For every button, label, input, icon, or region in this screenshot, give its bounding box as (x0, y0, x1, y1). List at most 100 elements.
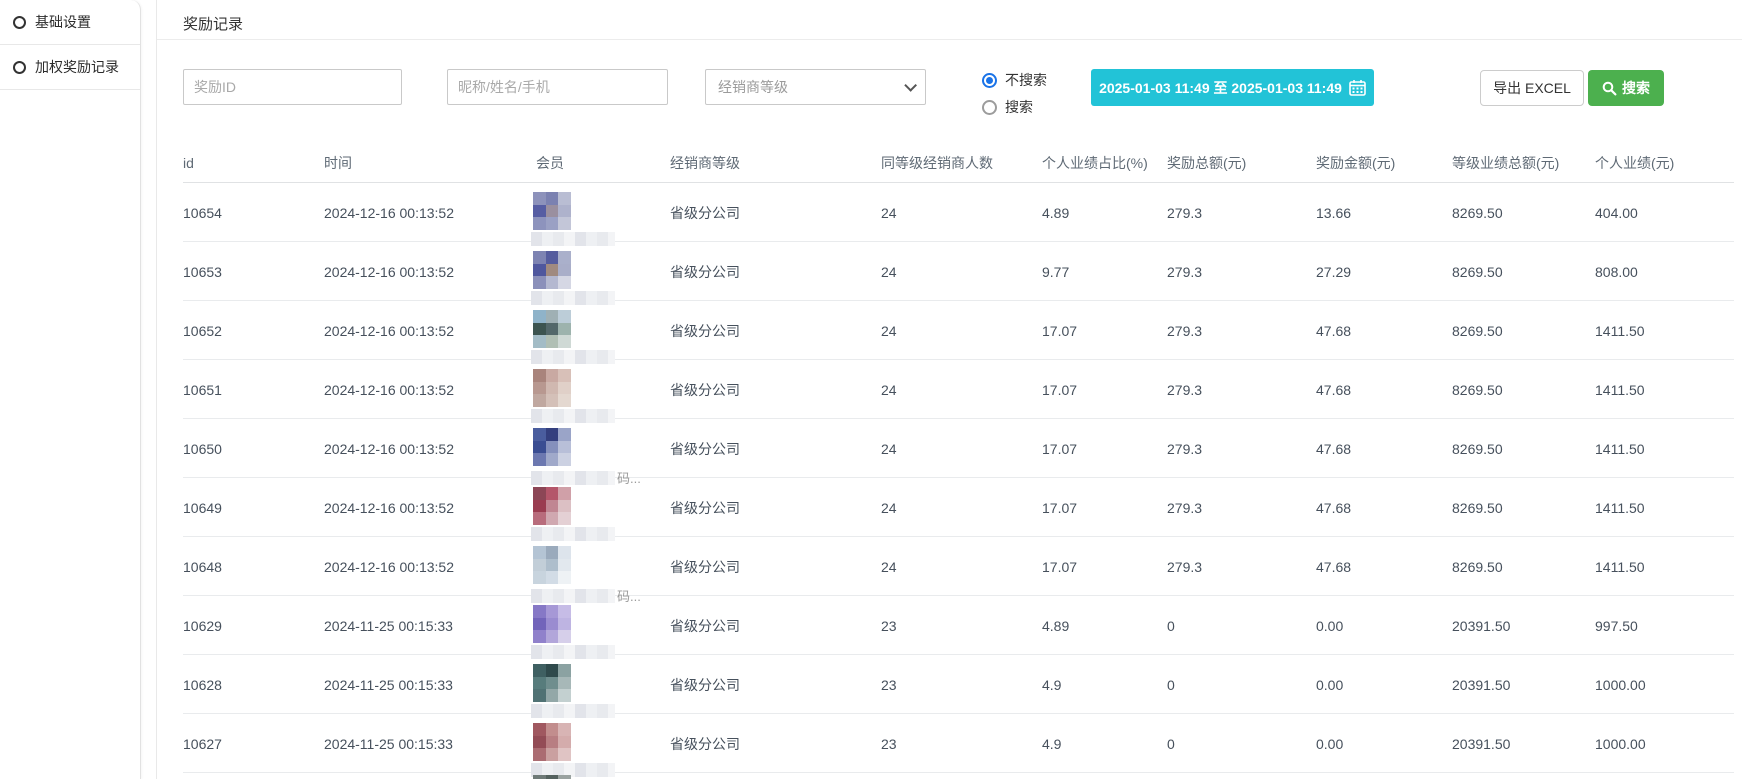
cell-id: 10652 (183, 323, 324, 339)
cell-time: 2024-11-25 00:15:33 (324, 677, 536, 693)
cell-dealer-level: 省级分公司 (670, 321, 881, 341)
search-button[interactable]: 搜索 (1588, 70, 1664, 106)
avatar (533, 369, 571, 407)
dealer-level-select[interactable]: 经销商等级 (705, 69, 926, 105)
cell-time: 2024-12-16 00:13:52 (324, 205, 536, 221)
col-header-level-total: 等级业绩总额(元) (1452, 153, 1595, 173)
cell-ratio: 17.07 (1042, 500, 1167, 516)
cell-level-total: 8269.50 (1452, 323, 1595, 339)
cell-peer-count: 24 (881, 323, 1042, 339)
cell-time: 2024-12-16 00:13:52 (324, 500, 536, 516)
cell-personal: 404.00 (1595, 205, 1734, 221)
cell-member (536, 242, 670, 301)
cell-reward-total: 279.3 (1167, 441, 1316, 457)
radio-no-search[interactable]: 不搜索 (982, 69, 1047, 91)
cell-peer-count: 24 (881, 382, 1042, 398)
col-header-reward-total: 奖励总额(元) (1167, 153, 1316, 173)
cell-ratio: 17.07 (1042, 441, 1167, 457)
cell-level-total: 20391.50 (1452, 677, 1595, 693)
sidebar-item-label: 基础设置 (35, 12, 91, 32)
cell-personal: 1411.50 (1595, 382, 1734, 398)
cell-peer-count: 24 (881, 264, 1042, 280)
cell-dealer-level: 省级分公司 (670, 734, 881, 754)
cell-id: 10651 (183, 382, 324, 398)
cell-ratio: 4.89 (1042, 618, 1167, 634)
cell-reward-amount: 47.68 (1316, 500, 1452, 516)
col-header-id: id (183, 155, 324, 171)
cell-peer-count: 23 (881, 618, 1042, 634)
cell-level-total: 8269.50 (1452, 441, 1595, 457)
member-search-input[interactable] (447, 69, 668, 105)
cell-member: 码... (536, 419, 670, 478)
page-title: 奖励记录 (183, 13, 243, 34)
radio-search[interactable]: 搜索 (982, 96, 1047, 118)
search-icon (1602, 81, 1617, 96)
table-body: 10654 2024-12-16 00:13:52 省级分公司 24 4.89 … (183, 183, 1734, 773)
cell-id: 10653 (183, 264, 324, 280)
cell-level-total: 8269.50 (1452, 500, 1595, 516)
cell-peer-count: 24 (881, 500, 1042, 516)
cell-dealer-level: 省级分公司 (670, 616, 881, 636)
partial-next-row (183, 773, 1734, 779)
avatar (533, 546, 571, 584)
export-excel-button[interactable]: 导出 EXCEL (1480, 70, 1584, 106)
col-header-personal: 个人业绩(元) (1595, 153, 1734, 173)
table-row: 10650 2024-12-16 00:13:52 码... 省级分公司 24 … (183, 419, 1734, 478)
cell-id: 10649 (183, 500, 324, 516)
cell-member (536, 360, 670, 419)
chevron-down-icon (904, 79, 917, 92)
radio-selected-icon[interactable] (982, 73, 997, 88)
circle-icon (13, 16, 26, 29)
records-table: id 时间 会员 经销商等级 同等级经销商人数 个人业绩占比(%) 奖励总额(元… (183, 144, 1734, 779)
avatar (533, 192, 571, 230)
cell-id: 10629 (183, 618, 324, 634)
cell-level-total: 8269.50 (1452, 205, 1595, 221)
table-row: 10629 2024-11-25 00:15:33 省级分公司 23 4.89 … (183, 596, 1734, 655)
cell-personal: 1000.00 (1595, 736, 1734, 752)
cell-time: 2024-12-16 00:13:52 (324, 441, 536, 457)
cell-time: 2024-11-25 00:15:33 (324, 736, 536, 752)
cell-ratio: 9.77 (1042, 264, 1167, 280)
cell-member (536, 301, 670, 360)
col-header-dealer-level: 经销商等级 (670, 153, 881, 173)
app-window: 基础设置 加权奖励记录 奖励记录 经销商等级 不搜索 搜索 (0, 0, 1742, 779)
date-range-button[interactable]: 2025-01-03 11:49 至 2025-01-03 11:49 (1091, 69, 1374, 106)
radio-search-label: 搜索 (1005, 97, 1033, 117)
calendar-icon (1349, 79, 1366, 96)
avatar (533, 723, 571, 761)
cell-reward-amount: 47.68 (1316, 441, 1452, 457)
cell-personal: 1411.50 (1595, 441, 1734, 457)
cell-level-total: 8269.50 (1452, 264, 1595, 280)
cell-member (536, 655, 670, 714)
avatar (533, 487, 571, 525)
cell-personal: 1411.50 (1595, 559, 1734, 575)
sidebar-item-weighted-reward-records[interactable]: 加权奖励记录 (0, 45, 140, 90)
cell-time: 2024-12-16 00:13:52 (324, 264, 536, 280)
cell-reward-total: 279.3 (1167, 323, 1316, 339)
col-header-reward-amount: 奖励金额(元) (1316, 153, 1452, 173)
cell-personal: 997.50 (1595, 618, 1734, 634)
table-row: 10652 2024-12-16 00:13:52 省级分公司 24 17.07… (183, 301, 1734, 360)
cell-id: 10650 (183, 441, 324, 457)
cell-ratio: 4.89 (1042, 205, 1167, 221)
reward-id-input[interactable] (183, 69, 402, 105)
cell-reward-amount: 47.68 (1316, 323, 1452, 339)
cell-peer-count: 24 (881, 441, 1042, 457)
avatar (533, 664, 571, 702)
cell-time: 2024-12-16 00:13:52 (324, 323, 536, 339)
cell-ratio: 17.07 (1042, 382, 1167, 398)
table-row: 10651 2024-12-16 00:13:52 省级分公司 24 17.07… (183, 360, 1734, 419)
cell-reward-amount: 0.00 (1316, 618, 1452, 634)
sidebar-item-basic-settings[interactable]: 基础设置 (0, 0, 140, 45)
avatar (533, 310, 571, 348)
cell-reward-total: 279.3 (1167, 264, 1316, 280)
radio-unselected-icon[interactable] (982, 100, 997, 115)
cell-personal: 1411.50 (1595, 500, 1734, 516)
cell-time: 2024-12-16 00:13:52 (324, 559, 536, 575)
cell-level-total: 20391.50 (1452, 618, 1595, 634)
col-header-time: 时间 (324, 153, 536, 173)
table-row: 10649 2024-12-16 00:13:52 省级分公司 24 17.07… (183, 478, 1734, 537)
cell-dealer-level: 省级分公司 (670, 498, 881, 518)
cell-reward-amount: 47.68 (1316, 559, 1452, 575)
avatar (533, 605, 571, 643)
